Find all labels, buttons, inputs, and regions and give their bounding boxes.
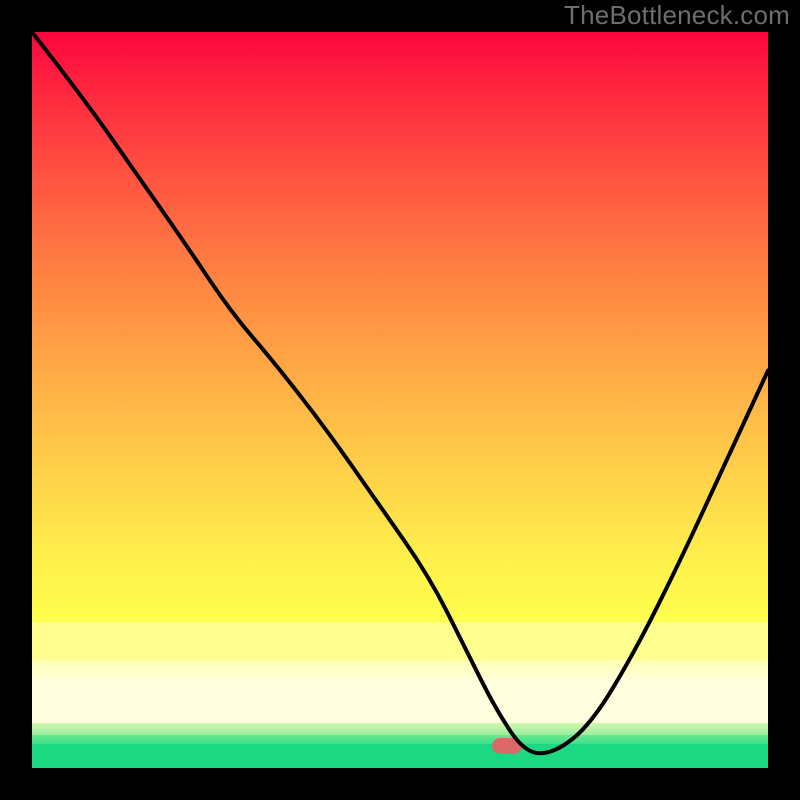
curve-layer xyxy=(32,32,768,768)
chart-frame: TheBottleneck.com xyxy=(0,0,800,800)
plot-area xyxy=(32,32,768,768)
watermark-text: TheBottleneck.com xyxy=(564,0,790,31)
bottleneck-curve xyxy=(32,32,768,753)
